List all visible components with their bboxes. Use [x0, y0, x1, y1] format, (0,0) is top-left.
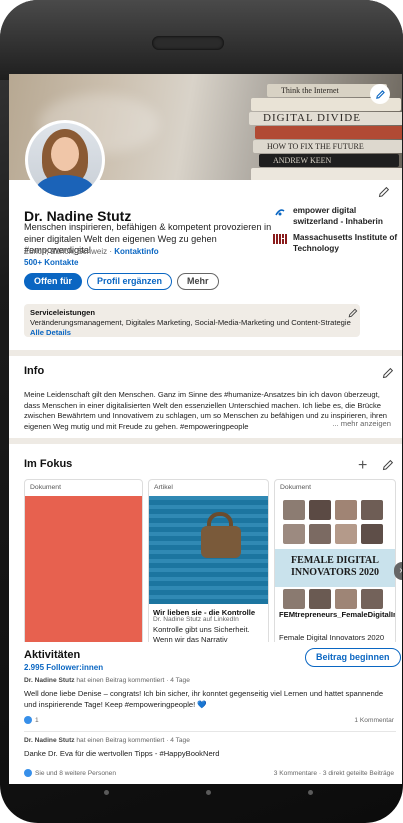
like-icon	[24, 769, 32, 777]
edit-banner-button[interactable]	[370, 84, 390, 104]
org-name: empower digital switzerland - Inhaberin	[293, 205, 383, 226]
like-icon	[24, 716, 32, 724]
book-spine-plain	[251, 168, 402, 180]
post-author[interactable]: Dr. Nadine Stutz	[24, 677, 75, 684]
reaction-count: 1	[35, 716, 39, 724]
article-author: Dr. Nadine Stutz auf LinkedIn	[153, 616, 239, 623]
post-comments-count[interactable]: 1 Kommentar	[354, 717, 394, 724]
post-reactions[interactable]: Sie und 8 weitere Personen	[24, 769, 116, 777]
edit-featured-button[interactable]	[382, 459, 394, 471]
services-title: Serviceleistungen	[30, 308, 95, 317]
book-spine: HOW TO FIX THE FUTURE	[253, 140, 402, 153]
book-spine: DIGITAL DIVIDE	[249, 112, 402, 125]
pencil-icon	[382, 459, 394, 471]
post-meta-text: hat einen Beitrag kommentiert · 4 Tage	[74, 737, 190, 744]
book-spine: Think the Internet	[267, 84, 387, 97]
post-text[interactable]: Well done liebe Denise – congrats! Ich b…	[24, 689, 396, 710]
post-reactions[interactable]: 1	[24, 716, 39, 724]
pencil-icon	[378, 186, 390, 198]
card-tag: Dokument	[30, 484, 61, 491]
avatar-photo	[28, 123, 102, 197]
profile-avatar[interactable]	[25, 120, 105, 200]
activity-title: Aktivitäten	[24, 649, 81, 661]
section-divider	[9, 350, 402, 356]
edit-services-button[interactable]	[348, 308, 358, 318]
book-spine: ANDREW KEEN	[259, 154, 399, 167]
pdf-cover: FEMALE DIGITAL INNOVATORS 2020	[275, 496, 395, 609]
post-divider	[24, 731, 396, 732]
book-spine-plain	[255, 126, 402, 139]
info-section-title: Info	[24, 365, 45, 377]
followers-count[interactable]: 2.995 Follower:innen	[24, 663, 103, 672]
pencil-icon	[375, 89, 385, 99]
services-description: Veränderungsmanagement, Digitales Market…	[30, 318, 351, 327]
profile-location: Zürich, Zürich, Schweiz · Kontaktinfo	[24, 247, 159, 256]
show-more-link[interactable]: ... mehr anzeigen	[332, 419, 391, 428]
start-post-button[interactable]: Beitrag beginnen	[305, 648, 401, 667]
device-bottom-dots	[0, 790, 403, 800]
more-button[interactable]: Mehr	[177, 273, 219, 290]
edit-info-button[interactable]	[382, 367, 394, 379]
contact-info-link[interactable]: Kontaktinfo	[114, 247, 158, 256]
pdf-filename: FEMtrepreneurs_FemaleDigitalInnovators20…	[279, 610, 395, 619]
org-name: Massachusetts Institute of Technology	[293, 232, 398, 253]
pencil-icon	[348, 308, 358, 318]
article-image	[149, 496, 268, 604]
profile-organizations: empower digital switzerland - Inhaberin …	[271, 205, 399, 259]
post-meta: Dr. Nadine Stutz hat einen Beitrag komme…	[24, 677, 190, 684]
post-text[interactable]: Danke Dr. Eva für die wertvollen Tipps -…	[24, 749, 396, 760]
complete-profile-button[interactable]: Profil ergänzen	[87, 273, 173, 290]
featured-next-button[interactable]: ›	[394, 562, 402, 580]
org-mit[interactable]: Massachusetts Institute of Technology	[271, 232, 399, 253]
empower-logo-icon	[275, 209, 285, 216]
section-divider	[9, 438, 402, 444]
post-comments-count[interactable]: 3 Kommentare · 3 direkt geteilte Beiträg…	[274, 770, 394, 777]
post-meta-text: hat einen Beitrag kommentiert · 4 Tage	[74, 677, 190, 684]
device-speaker	[152, 36, 224, 50]
profile-actions: Offen für Profil ergänzen Mehr	[24, 273, 219, 290]
focus-section-title: Im Fokus	[24, 458, 73, 470]
open-for-button[interactable]: Offen für	[24, 273, 82, 290]
pdf-cover-title: FEMALE DIGITAL INNOVATORS 2020	[275, 549, 395, 587]
post-author[interactable]: Dr. Nadine Stutz	[24, 737, 75, 744]
add-featured-button[interactable]: +	[358, 458, 367, 474]
card-tag: Artikel	[154, 484, 173, 491]
card-tag: Dokument	[280, 484, 311, 491]
pencil-icon	[382, 367, 394, 379]
device-frame: Think the Internet DIGITAL DIVIDE HOW TO…	[0, 0, 403, 823]
services-details-link[interactable]: Alle Details	[30, 328, 354, 337]
contacts-count-link[interactable]: 500+ Kontakte	[24, 258, 78, 267]
mit-logo-icon	[273, 234, 287, 244]
org-empower[interactable]: empower digital switzerland - Inhaberin	[271, 205, 399, 226]
reaction-count: Sie und 8 weitere Personen	[35, 769, 117, 777]
services-card[interactable]: Serviceleistungen Veränderungsmanagement…	[24, 304, 360, 337]
pdf-description: Female Digital Innovators 2020	[279, 633, 385, 642]
location-text: Zürich, Zürich, Schweiz ·	[24, 247, 115, 256]
app-screen: Think the Internet DIGITAL DIVIDE HOW TO…	[9, 74, 402, 784]
post-meta: Dr. Nadine Stutz hat einen Beitrag komme…	[24, 737, 190, 744]
edit-intro-button[interactable]	[378, 186, 390, 198]
